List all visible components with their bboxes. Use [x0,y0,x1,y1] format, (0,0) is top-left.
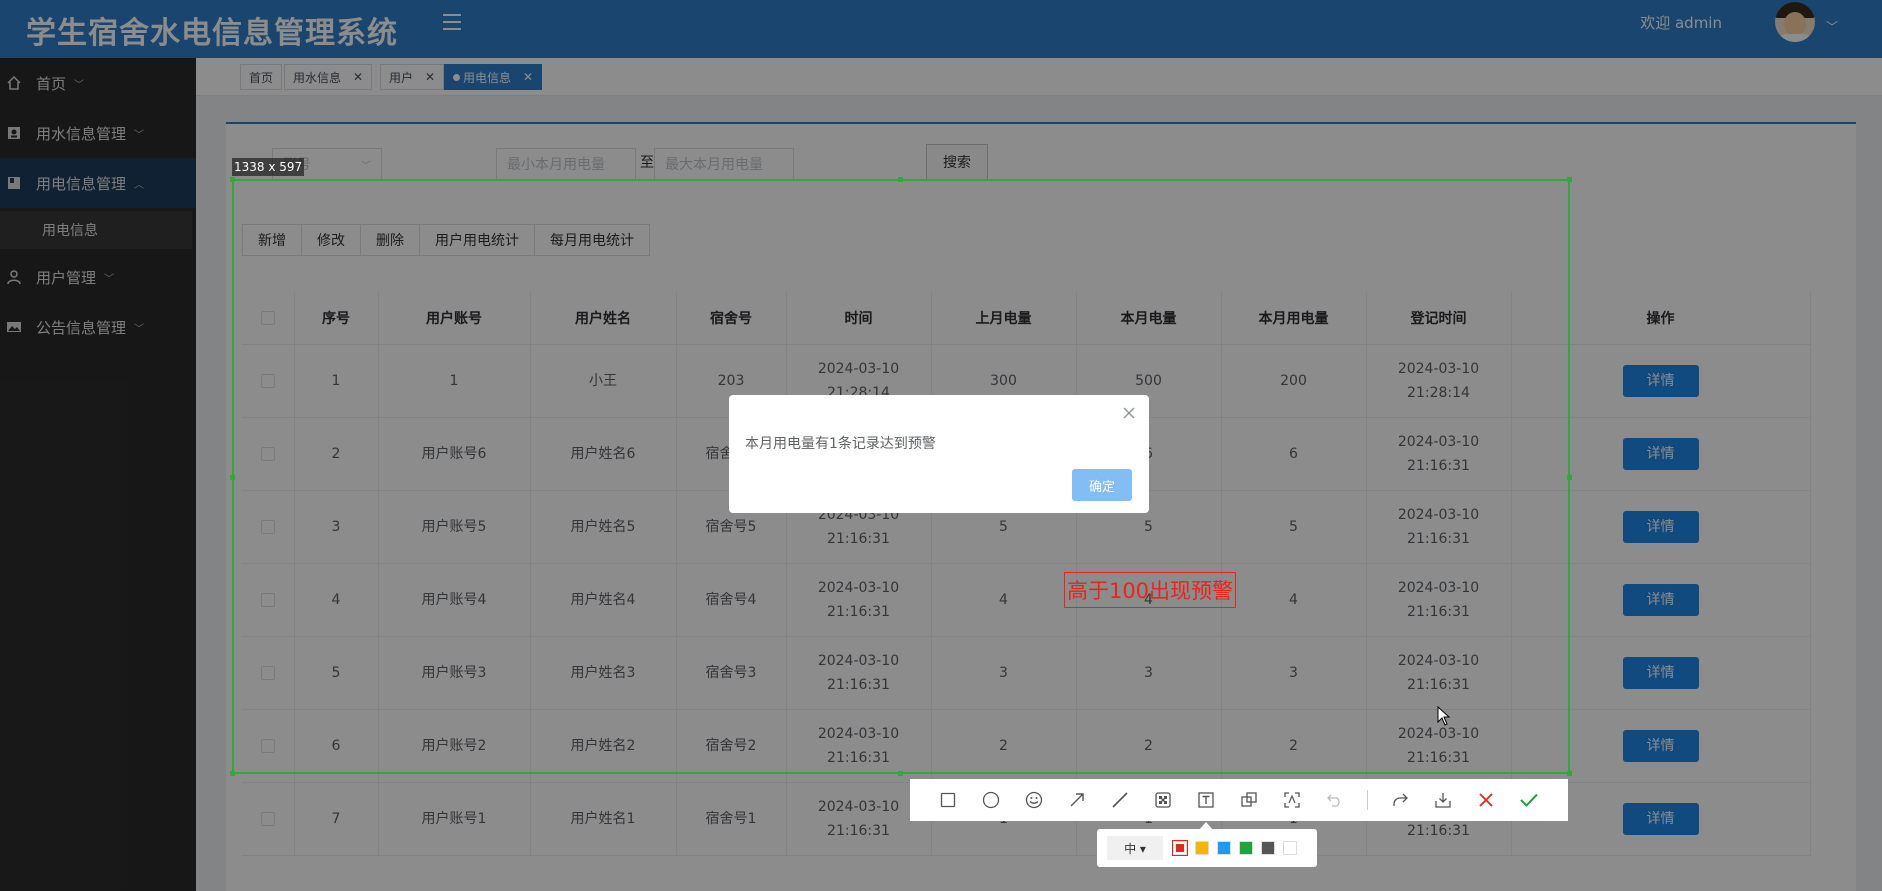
resize-handle[interactable] [230,177,235,182]
toolbar-divider [1367,790,1368,810]
resize-handle[interactable] [898,771,903,776]
share-icon[interactable] [1389,789,1411,811]
confirm-button[interactable]: 确定 [1072,469,1132,501]
emoji-icon[interactable] [1023,789,1045,811]
close-icon[interactable] [1121,405,1137,421]
confirm-icon[interactable] [1518,789,1540,811]
color-swatch[interactable] [1239,841,1253,855]
arrow-icon[interactable] [1066,789,1088,811]
capture-toolbar [910,779,1568,821]
text-annotation[interactable]: 高于100出现预警 [1064,572,1236,608]
rectangle-icon[interactable] [937,789,959,811]
resize-handle[interactable] [898,177,903,182]
resize-handle[interactable] [230,475,235,480]
text-icon[interactable] [1195,789,1217,811]
dialog-message: 本月用电量有1条记录达到预警 [745,436,936,452]
ellipse-icon[interactable] [980,789,1002,811]
undo-icon[interactable] [1324,789,1346,811]
ocr-icon[interactable] [1281,789,1303,811]
mouse-cursor-icon [1437,706,1451,726]
style-subtoolbar: 中 ▾ [1097,829,1317,867]
resize-handle[interactable] [1567,475,1572,480]
color-swatch[interactable] [1195,841,1209,855]
save-icon[interactable] [1432,789,1454,811]
resize-handle[interactable] [230,771,235,776]
alert-dialog: 本月用电量有1条记录达到预警 确定 [729,395,1149,513]
mosaic-icon[interactable] [1152,789,1174,811]
color-swatch[interactable] [1173,841,1187,855]
resize-handle[interactable] [1567,771,1572,776]
color-swatch[interactable] [1261,841,1275,855]
pen-size-select[interactable]: 中 ▾ [1107,836,1163,860]
cancel-icon[interactable] [1475,789,1497,811]
selection-size-label: 1338 x 597 [232,158,305,176]
line-icon[interactable] [1109,789,1131,811]
color-swatch[interactable] [1283,841,1297,855]
copy-icon[interactable] [1238,789,1260,811]
color-palette [1173,841,1305,855]
color-swatch[interactable] [1217,841,1231,855]
resize-handle[interactable] [1567,177,1572,182]
